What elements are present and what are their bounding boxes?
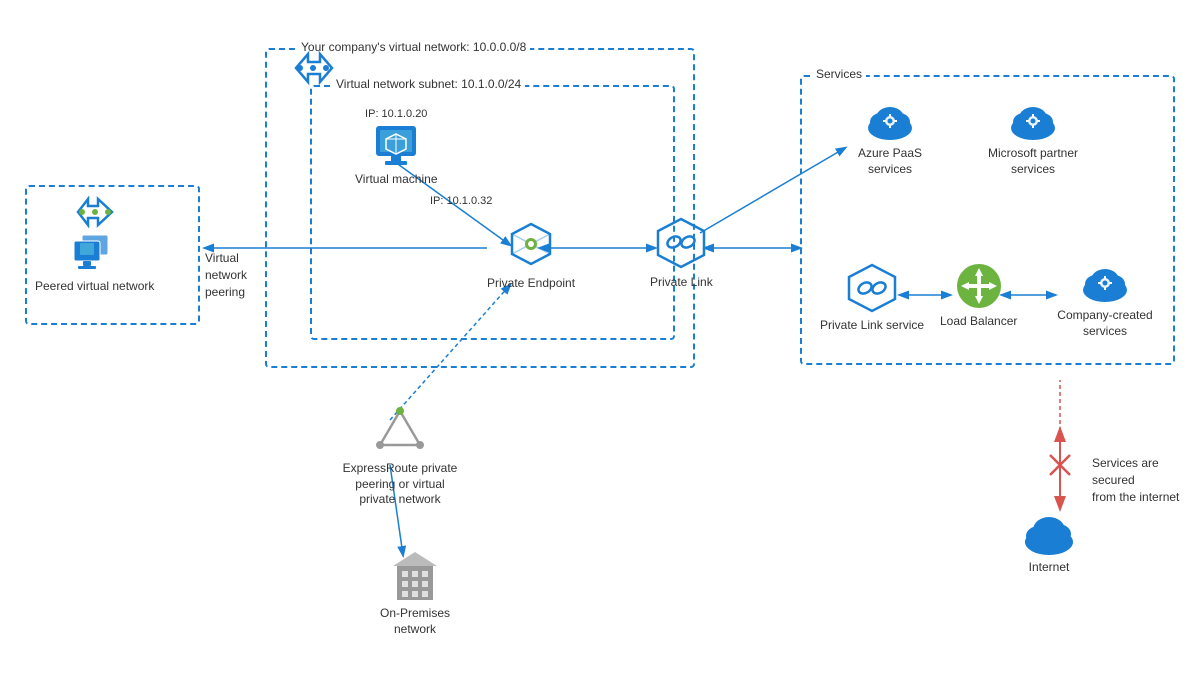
subnet-label: Virtual network subnet: 10.1.0.0/24 <box>332 77 525 91</box>
services-label: Services <box>812 67 866 81</box>
private-endpoint-node: Private Endpoint <box>487 220 575 292</box>
private-link-node: Private Link <box>650 215 713 291</box>
azure-paas-node: Azure PaaS services <box>835 100 945 177</box>
on-premises-label: On-Premises network <box>360 606 470 637</box>
vm-node: IP: 10.1.0.20 Virtual machine <box>355 108 438 188</box>
private-link-svc-node: Private Link service <box>820 262 924 334</box>
secured-annotation: Services are securedfrom the internet <box>1092 455 1200 505</box>
pe-label: Private Endpoint <box>487 276 575 292</box>
internet-node: Internet <box>1020 510 1078 576</box>
load-balancer-node: Load Balancer <box>940 262 1017 330</box>
pl-label: Private Link <box>650 275 713 291</box>
company-vnet-chevron <box>290 50 336 86</box>
on-premises-node: On-Premises network <box>360 550 470 637</box>
expressroute-node: ExpressRoute private peering or virtual … <box>340 405 460 508</box>
azure-paas-label: Azure PaaS services <box>835 146 945 177</box>
pl-svc-label: Private Link service <box>820 318 924 334</box>
company-services-node: Company-created services <box>1050 262 1160 339</box>
vnet-peering-label: Virtualnetworkpeering <box>205 250 247 300</box>
architecture-diagram: Your company's virtual network: 10.0.0.0… <box>0 0 1200 700</box>
ms-partner-node: Microsoft partner services <box>978 100 1088 177</box>
peered-vnet-label: Peered virtual network <box>35 279 154 295</box>
internet-label: Internet <box>1029 560 1070 576</box>
pe-ip-label: IP: 10.1.0.32 <box>430 195 492 207</box>
peered-vnet-node: Peered virtual network <box>35 195 154 295</box>
ms-partner-label: Microsoft partner services <box>978 146 1088 177</box>
expressroute-label: ExpressRoute private peering or virtual … <box>340 461 460 508</box>
vm-ip-label: IP: 10.1.0.20 <box>365 108 427 120</box>
vm-label: Virtual machine <box>355 172 438 188</box>
lb-label: Load Balancer <box>940 314 1017 330</box>
company-svc-label: Company-created services <box>1050 308 1160 339</box>
